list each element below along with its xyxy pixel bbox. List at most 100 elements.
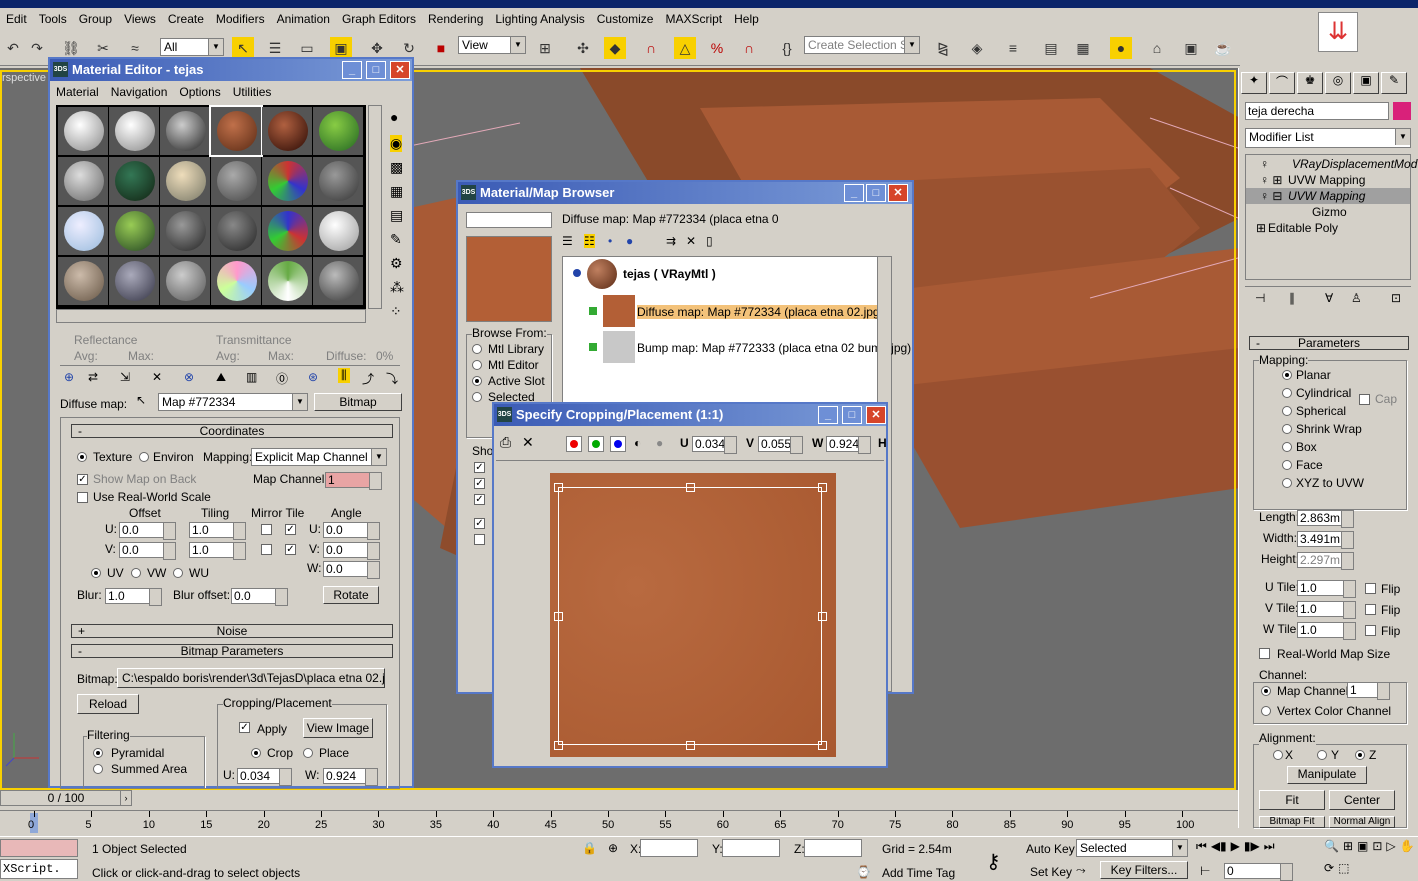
- select-link-icon[interactable]: ⛓: [60, 37, 82, 59]
- v-offset-spinner[interactable]: 0.0: [119, 542, 176, 560]
- rotate-icon[interactable]: ↻: [398, 37, 420, 59]
- mapping-face-radio[interactable]: [1282, 460, 1292, 470]
- show-checkbox-1[interactable]: ✓: [474, 462, 485, 473]
- mapping-combo[interactable]: Explicit Map Channel ▼: [251, 448, 387, 466]
- browse-selected-radio[interactable]: [472, 392, 482, 402]
- update-scene-icon[interactable]: ⇉: [666, 234, 676, 248]
- clear-icon[interactable]: ✕: [522, 434, 534, 451]
- mirror-icon[interactable]: ⧎: [932, 37, 954, 59]
- sample-slot[interactable]: [160, 257, 210, 305]
- lightbulb-icon[interactable]: ♀ ⊟: [1260, 189, 1282, 203]
- menu-views[interactable]: Views: [118, 10, 162, 28]
- put-to-library-icon[interactable]: ▥: [246, 370, 257, 384]
- u-tiling-spinner[interactable]: 1.0: [189, 522, 246, 540]
- stack-item-uvw-mapping-1[interactable]: UVW Mapping: [1288, 173, 1365, 187]
- menu-create[interactable]: Create: [162, 10, 210, 28]
- browse-mtl-library-radio[interactable]: [472, 344, 482, 354]
- crop-w-spinner[interactable]: 0.924: [323, 768, 378, 786]
- view-image-button[interactable]: View Image: [303, 718, 373, 738]
- coordinates-rollout-header[interactable]: - Coordinates: [71, 424, 393, 438]
- u-mirror-checkbox[interactable]: [261, 524, 272, 535]
- render-setup-icon[interactable]: ⌂: [1146, 37, 1168, 59]
- crop-handle[interactable]: [818, 483, 827, 492]
- zoom-icon[interactable]: 🔍: [1324, 839, 1339, 857]
- crop-handle[interactable]: [554, 483, 563, 492]
- z-field[interactable]: [804, 839, 862, 857]
- wflip-checkbox[interactable]: [1365, 625, 1376, 636]
- make-preview-icon[interactable]: ✎: [390, 231, 402, 248]
- parameters-rollout-header[interactable]: - Parameters: [1249, 336, 1409, 350]
- backlight-icon[interactable]: ◉: [390, 135, 403, 152]
- tree-bump-map[interactable]: Bump map: Map #772333 (placa etna 02 bum…: [637, 341, 911, 355]
- move-icon[interactable]: ✥: [366, 37, 388, 59]
- extra-toolbar-icon[interactable]: ⇊: [1318, 12, 1358, 52]
- sample-slot[interactable]: [109, 157, 159, 205]
- browser-search-field[interactable]: [466, 212, 552, 228]
- crop-handle[interactable]: [554, 741, 563, 750]
- pyramidal-radio[interactable]: [93, 748, 103, 758]
- stack-item-editable-poly[interactable]: Editable Poly: [1268, 221, 1338, 235]
- map-channel-spinner[interactable]: 1: [325, 472, 382, 490]
- main-menu[interactable]: Edit Tools Group Views Create Modifiers Animat…: [0, 10, 765, 28]
- zoom-all-icon[interactable]: ⊞: [1343, 839, 1353, 857]
- render-teapot-icon[interactable]: ☕: [1212, 37, 1234, 59]
- crop-handle[interactable]: [554, 612, 563, 621]
- hierarchy-tab-icon[interactable]: ♚: [1297, 72, 1323, 94]
- mapping-shrink-wrap-radio[interactable]: [1282, 424, 1292, 434]
- delete-icon[interactable]: ✕: [686, 234, 696, 248]
- crop-title[interactable]: 3DS Specify Cropping/Placement (1:1) _ □ …: [494, 404, 886, 426]
- me-menu-options[interactable]: Options: [173, 83, 226, 101]
- menu-rendering[interactable]: Rendering: [422, 10, 489, 28]
- menu-lighting-analysis[interactable]: Lighting Analysis: [489, 10, 590, 28]
- view-list-icon[interactable]: ☰: [562, 234, 573, 248]
- crop-u-spinner[interactable]: 0.034: [692, 436, 737, 454]
- go-to-start-icon[interactable]: ⏮: [1196, 839, 1207, 859]
- slots-vscroll[interactable]: [368, 105, 382, 309]
- w-angle-spinner[interactable]: 0.0: [323, 561, 380, 579]
- lightbulb-icon[interactable]: ♀: [1260, 157, 1269, 171]
- menu-graph-editors[interactable]: Graph Editors: [336, 10, 422, 28]
- sample-slot[interactable]: [160, 207, 210, 255]
- sample-slot[interactable]: [313, 157, 363, 205]
- place-radio[interactable]: [303, 748, 313, 758]
- view-small-icons-icon[interactable]: •: [608, 234, 612, 248]
- crop-handle[interactable]: [818, 612, 827, 621]
- sample-slot[interactable]: [209, 105, 263, 157]
- apply-checkbox[interactable]: ✓: [239, 722, 250, 733]
- select-by-name-icon[interactable]: ☰: [264, 37, 286, 59]
- key-selection-combo[interactable]: Selected ▼: [1076, 839, 1188, 857]
- wu-radio[interactable]: [173, 568, 183, 578]
- red-channel-icon[interactable]: [566, 436, 582, 452]
- background-icon[interactable]: ▩: [390, 159, 403, 176]
- blur-spinner[interactable]: 1.0: [105, 588, 162, 606]
- set-key-icon[interactable]: ⤳: [1076, 863, 1086, 878]
- sample-slot[interactable]: [160, 107, 210, 155]
- maximize-viewport-icon[interactable]: ⬚: [1338, 861, 1349, 879]
- crop-handle[interactable]: [686, 483, 695, 492]
- show-checkbox-3[interactable]: ✓: [474, 494, 485, 505]
- make-unique-icon[interactable]: ⛰: [216, 370, 226, 385]
- sample-slot[interactable]: [160, 157, 210, 205]
- named-selection-combo[interactable]: Create Selection Set ▼: [804, 36, 920, 54]
- angle-snap-icon[interactable]: △: [674, 37, 696, 59]
- curve-editor-icon[interactable]: ▤: [1040, 37, 1062, 59]
- tree-root[interactable]: tejas ( VRayMtl ): [623, 267, 716, 281]
- assign-material-icon[interactable]: ⇲: [120, 370, 130, 384]
- vertex-color-radio[interactable]: [1261, 706, 1271, 716]
- time-slider[interactable]: 0 / 100: [0, 790, 132, 806]
- sample-slot[interactable]: [58, 257, 108, 305]
- video-color-check-icon[interactable]: ▤: [390, 207, 403, 224]
- real-world-checkbox[interactable]: [1259, 648, 1270, 659]
- texture-radio[interactable]: [77, 452, 87, 462]
- environ-radio[interactable]: [139, 452, 149, 462]
- sample-slot[interactable]: [262, 157, 312, 205]
- field-of-view-icon[interactable]: ▷: [1386, 839, 1395, 857]
- go-to-end-icon[interactable]: ⏭: [1264, 839, 1275, 859]
- pin-stack-icon[interactable]: ⊣: [1255, 291, 1265, 305]
- sample-type-icon[interactable]: ●: [390, 109, 398, 125]
- sample-slot[interactable]: [109, 207, 159, 255]
- map-channel-spinner[interactable]: 1: [1347, 682, 1390, 700]
- window-crossing-icon[interactable]: ▣: [330, 37, 352, 59]
- sample-slot[interactable]: [58, 107, 108, 155]
- schematic-view-icon[interactable]: ▦: [1072, 37, 1094, 59]
